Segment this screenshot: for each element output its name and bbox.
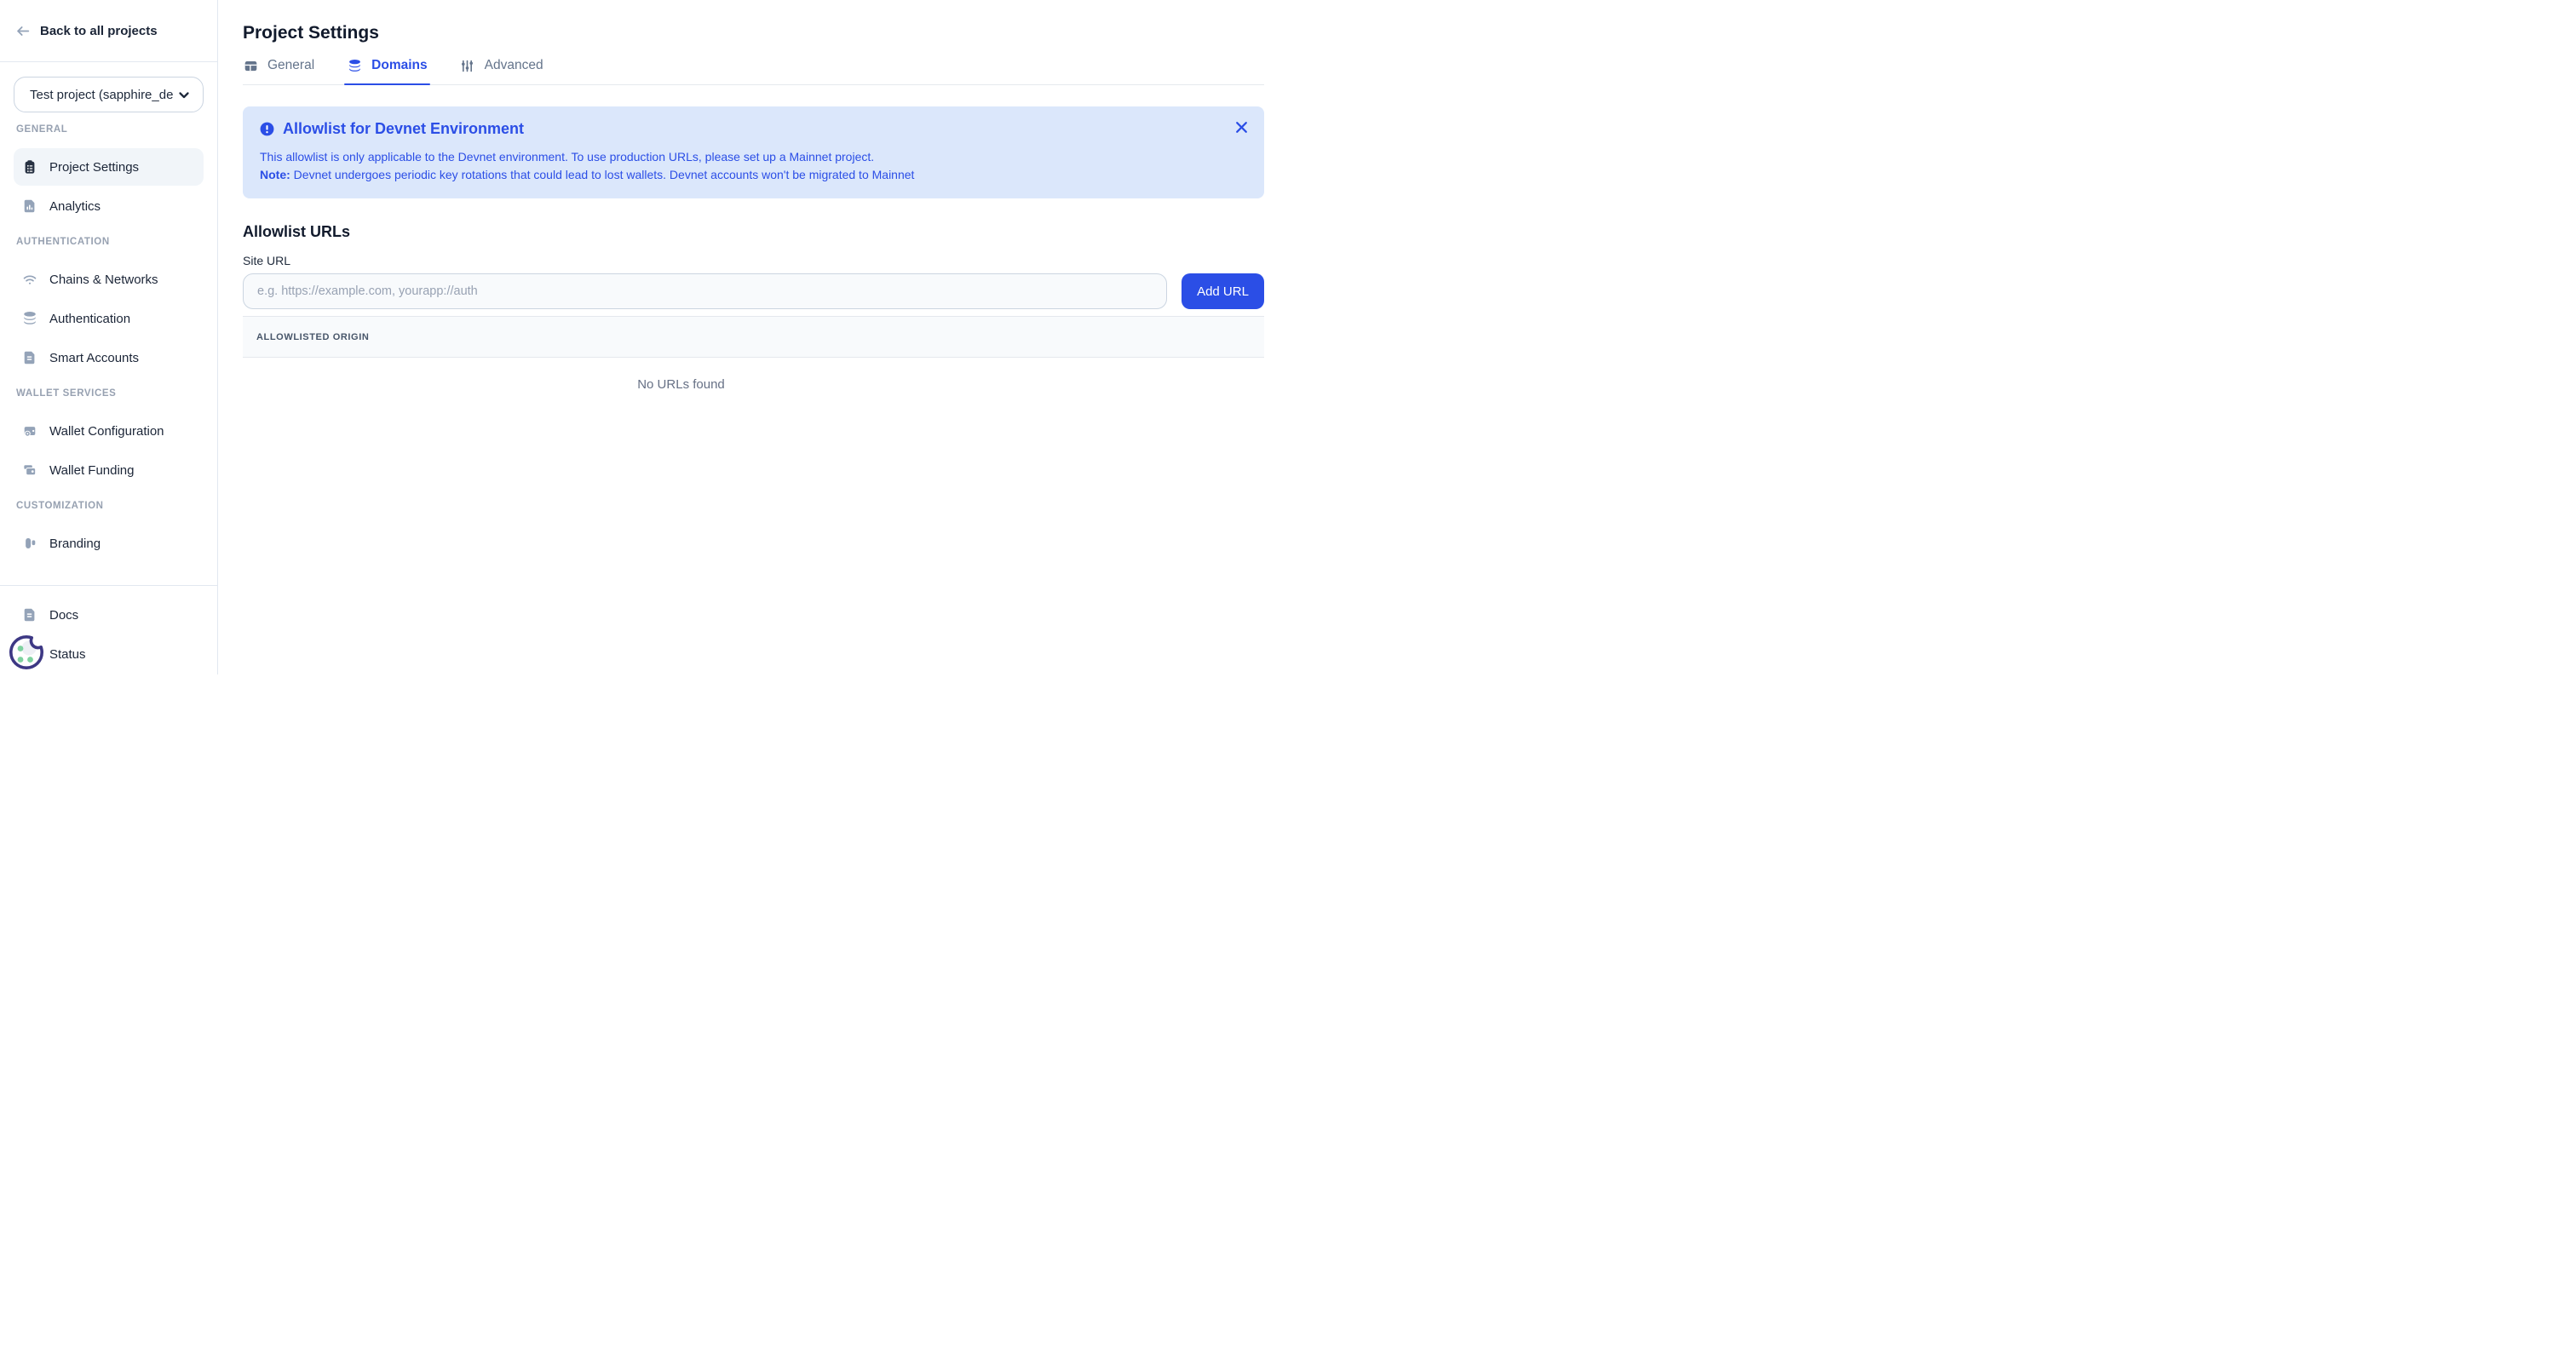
main-content: Project Settings General Domains Advance…	[218, 0, 1288, 674]
site-url-row: Add URL	[243, 273, 1264, 309]
info-alert-icon	[260, 122, 274, 136]
banner-title: Allowlist for Devnet Environment	[283, 120, 524, 138]
site-url-label: Site URL	[243, 254, 1264, 267]
banner-note-label: Note:	[260, 168, 290, 181]
sidebar-item-label: Chains & Networks	[49, 273, 158, 287]
database-icon	[347, 58, 362, 73]
back-label: Back to all projects	[40, 24, 158, 38]
section-label-wallet-services: WALLET SERVICES	[16, 388, 204, 399]
wallet-gear-icon	[22, 423, 37, 439]
wallet-icon	[22, 462, 37, 478]
sidebar-item-label: Wallet Funding	[49, 463, 135, 478]
project-selector-value: Test project (sapphire_de	[30, 88, 173, 102]
site-url-input[interactable]	[243, 273, 1167, 309]
table-icon	[243, 58, 258, 73]
sidebar-footer: Docs Status	[0, 585, 217, 674]
cookie-badge-icon[interactable]	[8, 634, 45, 671]
empty-state-text: No URLs found	[243, 358, 1264, 392]
section-label-customization: CUSTOMIZATION	[16, 501, 204, 511]
sidebar-item-label: Docs	[49, 608, 78, 623]
sidebar-item-label: Wallet Configuration	[49, 424, 164, 439]
sidebar-item-label: Smart Accounts	[49, 351, 139, 365]
section-label-authentication: AUTHENTICATION	[16, 237, 204, 247]
tab-bar: General Domains Advanced	[243, 58, 1264, 85]
sidebar-nav: Test project (sapphire_de GENERAL Projec…	[0, 62, 217, 562]
sidebar-item-label: Branding	[49, 537, 101, 551]
sidebar-item-authentication[interactable]: Authentication	[14, 300, 204, 337]
sidebar-item-label: Project Settings	[49, 160, 139, 175]
sidebar-item-smart-accounts[interactable]: Smart Accounts	[14, 339, 204, 376]
sliders-icon	[460, 58, 475, 73]
sidebar: Back to all projects Test project (sapph…	[0, 0, 218, 674]
sidebar-item-wallet-funding[interactable]: Wallet Funding	[14, 451, 204, 489]
tab-label: Domains	[371, 58, 427, 73]
database-icon	[22, 311, 37, 326]
sidebar-item-branding[interactable]: Branding	[14, 525, 204, 562]
sidebar-item-project-settings[interactable]: Project Settings	[14, 148, 204, 186]
file-icon	[22, 350, 37, 365]
tab-general[interactable]: General	[243, 58, 314, 84]
back-arrow-icon	[15, 23, 31, 38]
section-label-general: GENERAL	[16, 124, 204, 135]
banner-note-text: Devnet undergoes periodic key rotations …	[294, 168, 915, 181]
branding-icon	[22, 536, 37, 551]
allowlist-heading: Allowlist URLs	[243, 223, 1264, 241]
sidebar-item-analytics[interactable]: Analytics	[14, 187, 204, 225]
tab-label: Advanced	[485, 58, 543, 73]
chevron-down-icon	[178, 89, 190, 100]
table-header-allowlisted-origin: ALLOWLISTED ORIGIN	[243, 316, 1264, 358]
sidebar-item-label: Analytics	[49, 199, 101, 214]
file-chart-icon	[22, 198, 37, 214]
devnet-allowlist-banner: Allowlist for Devnet Environment This al…	[243, 106, 1264, 198]
page-title: Project Settings	[243, 23, 1264, 43]
tab-label: General	[267, 58, 314, 73]
project-selector[interactable]: Test project (sapphire_de	[14, 77, 204, 112]
sidebar-item-label: Status	[49, 647, 86, 662]
back-to-projects[interactable]: Back to all projects	[0, 0, 217, 62]
tab-domains[interactable]: Domains	[347, 58, 427, 84]
sidebar-item-label: Authentication	[49, 312, 130, 326]
add-url-button[interactable]: Add URL	[1182, 273, 1264, 309]
close-icon[interactable]	[1235, 121, 1248, 134]
sidebar-item-docs[interactable]: Docs	[14, 596, 204, 634]
sidebar-item-wallet-configuration[interactable]: Wallet Configuration	[14, 412, 204, 450]
wifi-icon	[22, 272, 37, 287]
file-icon	[22, 607, 37, 623]
tab-advanced[interactable]: Advanced	[460, 58, 543, 84]
sidebar-item-chains-networks[interactable]: Chains & Networks	[14, 261, 204, 298]
banner-line1: This allowlist is only applicable to the…	[260, 148, 1247, 166]
banner-note-line: Note: Devnet undergoes periodic key rota…	[260, 166, 1247, 184]
clipboard-list-icon	[22, 159, 37, 175]
